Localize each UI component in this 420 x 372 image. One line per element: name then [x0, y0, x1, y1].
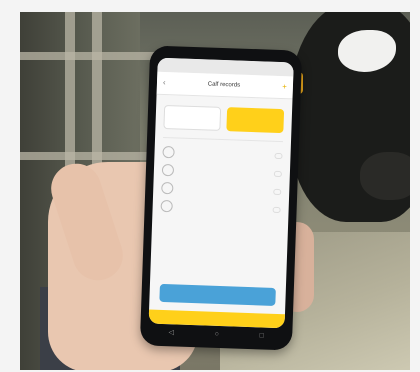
primary-action-button[interactable] — [159, 283, 276, 306]
row-label — [180, 171, 268, 174]
form-row[interactable] — [162, 145, 283, 162]
photo: ‹ Calf records + ◁ ○ □ — [20, 12, 410, 370]
home-nav-icon[interactable]: ○ — [215, 330, 219, 337]
add-icon[interactable]: + — [282, 82, 287, 91]
form-row[interactable] — [161, 181, 282, 198]
recent-apps-icon[interactable]: □ — [259, 332, 263, 339]
divider — [163, 136, 284, 143]
radio-icon[interactable] — [160, 199, 173, 213]
cow-muzzle — [360, 152, 410, 200]
option-button-1[interactable] — [163, 104, 222, 131]
row-value[interactable] — [273, 188, 282, 196]
radio-icon[interactable] — [161, 163, 175, 177]
barn-rail — [20, 152, 160, 160]
radio-icon[interactable] — [162, 145, 175, 159]
app-title: Calf records — [207, 81, 241, 89]
android-navbar: ◁ ○ □ — [148, 324, 284, 345]
form-rows — [160, 145, 283, 216]
back-nav-icon[interactable]: ◁ — [169, 329, 175, 336]
barn-rail — [20, 52, 170, 60]
app-bar: ‹ Calf records + — [156, 71, 294, 100]
row-label — [181, 153, 269, 156]
row-value[interactable] — [272, 206, 281, 214]
row-value[interactable] — [273, 170, 282, 178]
back-icon[interactable]: ‹ — [163, 78, 166, 87]
segmented-control — [163, 104, 285, 134]
form-row[interactable] — [161, 163, 282, 180]
row-value[interactable] — [274, 152, 283, 160]
image-frame: ‹ Calf records + ◁ ○ □ — [0, 0, 420, 372]
radio-icon[interactable] — [161, 181, 174, 195]
phone-screen: ‹ Calf records + — [148, 57, 294, 329]
row-label — [179, 207, 267, 210]
smartphone: ‹ Calf records + ◁ ○ □ — [139, 45, 303, 351]
form-row[interactable] — [160, 199, 281, 216]
row-label — [179, 189, 267, 192]
option-button-2[interactable] — [226, 107, 285, 134]
